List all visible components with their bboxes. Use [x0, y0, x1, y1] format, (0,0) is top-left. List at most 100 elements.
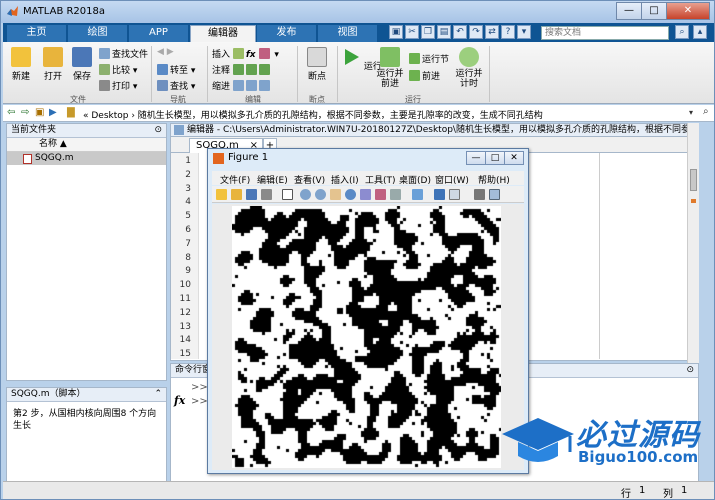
run-section-button[interactable]: 运行节 [409, 52, 449, 65]
warning-marker[interactable] [691, 199, 696, 203]
figure-maximize-button[interactable]: □ [485, 151, 505, 165]
tab-plots[interactable]: 绘图 [68, 25, 128, 42]
pan-icon[interactable] [330, 189, 341, 200]
switch-window-icon[interactable]: ⇄ [485, 25, 499, 39]
run-and-advance-button[interactable]: 运行并前进 [373, 47, 407, 89]
print-button[interactable]: 打印 ▾ [99, 79, 137, 92]
compare-button[interactable]: 比较 ▾ [99, 63, 137, 76]
goto-button[interactable]: 转至 ▾ [157, 63, 195, 76]
new-figure-icon[interactable] [216, 189, 227, 200]
figure-menu-view[interactable]: 查看(V) [294, 173, 325, 186]
figure-window[interactable]: Figure 1 — □ ✕ 文件(F) 编辑(E) 查看(V) 插入(I) 工… [207, 148, 529, 474]
line-number: 14 [179, 335, 191, 346]
save-button[interactable]: 保存 [69, 47, 95, 82]
ribbon-collapse-icon[interactable]: ▴ [693, 25, 707, 39]
figure-menu-tools[interactable]: 工具(T) [365, 173, 396, 186]
figure-menu-help[interactable]: 帮助(H) [478, 173, 510, 186]
search-documentation-input[interactable]: 搜索文档 [541, 26, 669, 40]
group-separator [297, 46, 298, 102]
find-button[interactable]: 查找 ▾ [157, 79, 195, 92]
figure-menu-edit[interactable]: 编辑(E) [257, 173, 288, 186]
figure-menu-file[interactable]: 文件(F) [220, 173, 250, 186]
line-number: 1 [185, 156, 191, 166]
tab-home[interactable]: 主页 [7, 25, 67, 42]
figure-menu-window[interactable]: 窗口(W) [435, 173, 469, 186]
line-number: 5 [185, 211, 191, 222]
line-number: 8 [185, 252, 191, 263]
print-figure-icon[interactable] [261, 189, 272, 200]
current-folder-path[interactable]: « Desktop › 随机生长模型，用以模拟多孔介质的孔隙结构，根据不同参数，… [83, 108, 543, 121]
undo-icon[interactable]: ↶ [453, 25, 467, 39]
back-icon[interactable]: ⇦ [7, 107, 15, 118]
edit-plot-icon[interactable] [282, 189, 293, 200]
open-button[interactable]: 打开 [39, 47, 67, 82]
save-quick-icon[interactable]: ▣ [389, 25, 403, 39]
data-cursor-icon[interactable] [360, 189, 371, 200]
figure-minimize-button[interactable]: — [466, 151, 486, 165]
details-toggle-icon[interactable]: ⌃ [154, 388, 162, 401]
line-number: 4 [185, 197, 191, 208]
print-icon [99, 80, 110, 91]
link-plot-icon[interactable] [390, 189, 401, 200]
tab-apps[interactable]: APP [129, 25, 189, 42]
tab-editor[interactable]: 编辑器 [190, 25, 256, 42]
pane-menu-icon[interactable]: ⊙ [154, 124, 162, 137]
toolbar-menu-icon[interactable]: ▾ [517, 25, 531, 39]
close-button[interactable]: ✕ [666, 2, 710, 20]
open-file-icon[interactable] [231, 189, 242, 200]
copy-icon[interactable]: ❐ [421, 25, 435, 39]
fx-icon: fx [245, 50, 256, 60]
back-forward-buttons[interactable]: ◀ ▶ [157, 47, 174, 57]
cut-icon[interactable]: ✂ [405, 25, 419, 39]
editor-vertical-scrollbar[interactable] [687, 123, 699, 363]
figure-plot-area [212, 204, 524, 470]
fx-icon[interactable]: fx [174, 394, 185, 407]
redo-icon[interactable]: ↷ [469, 25, 483, 39]
row-value: 1 [639, 485, 646, 496]
advance-button[interactable]: 前进 [409, 69, 440, 82]
paste-icon[interactable]: ▤ [437, 25, 451, 39]
zoom-out-icon[interactable] [315, 189, 326, 200]
figure-close-button[interactable]: ✕ [504, 151, 524, 165]
tab-publish[interactable]: 发布 [257, 25, 317, 42]
minimize-button[interactable]: — [616, 2, 642, 20]
new-button[interactable]: 新建 [9, 47, 33, 82]
folder-up-icon[interactable]: ▣ [35, 107, 44, 118]
breakpoints-button[interactable]: 断点 [303, 47, 331, 82]
insert-legend-icon[interactable] [434, 189, 445, 200]
figure-menu-insert[interactable]: 插入(I) [331, 173, 359, 186]
rotate-3d-icon[interactable] [345, 189, 356, 200]
comment-button[interactable]: 注释 [212, 63, 272, 76]
figure-menu-desktop[interactable]: 桌面(D) [399, 173, 431, 186]
show-plot-tools-icon[interactable] [474, 189, 485, 200]
ribbon-editor: 新建 打开 保存 查找文件 比较 ▾ 打印 ▾ 文件 ◀ ▶ 转至 ▾ 查找 ▾… [3, 42, 714, 104]
tab-view[interactable]: 视图 [318, 25, 378, 42]
path-dropdown-icon[interactable]: ▾ [689, 108, 693, 117]
maximize-button[interactable]: □ [641, 2, 667, 20]
search-folder-icon[interactable]: ⌕ [703, 106, 709, 117]
command-menu-icon[interactable]: ⊙ [686, 364, 694, 377]
file-row[interactable]: SQGQ.m [7, 152, 166, 165]
scroll-thumb[interactable] [690, 169, 697, 191]
hide-plot-tools-icon[interactable] [449, 189, 460, 200]
insert-colorbar-icon[interactable] [412, 189, 423, 200]
save-figure-icon[interactable] [246, 189, 257, 200]
run-button[interactable]: 运行 [341, 47, 382, 72]
help-icon[interactable]: ? [501, 25, 515, 39]
forward-icon[interactable]: ⇨ [21, 107, 29, 118]
run-time-icon [459, 47, 479, 67]
brush-icon[interactable] [375, 189, 386, 200]
insert-button[interactable]: 插入 fx ▾ [212, 47, 279, 60]
search-icon[interactable]: ⌕ [675, 25, 689, 39]
insert-icon [232, 48, 244, 59]
figure-icon [213, 153, 224, 164]
run-and-time-button[interactable]: 运行并计时 [453, 47, 485, 89]
name-column-header[interactable]: 名称 ▲ [7, 138, 166, 152]
find-files-button[interactable]: 查找文件 [99, 47, 148, 60]
indent-button[interactable]: 缩进 [212, 79, 272, 92]
nav-group-label: 导航 [170, 95, 186, 104]
browse-icon[interactable]: ▶ [49, 107, 57, 118]
zoom-in-icon[interactable] [300, 189, 311, 200]
dock-figure-icon[interactable] [489, 189, 500, 200]
right-margin-line [599, 153, 600, 359]
